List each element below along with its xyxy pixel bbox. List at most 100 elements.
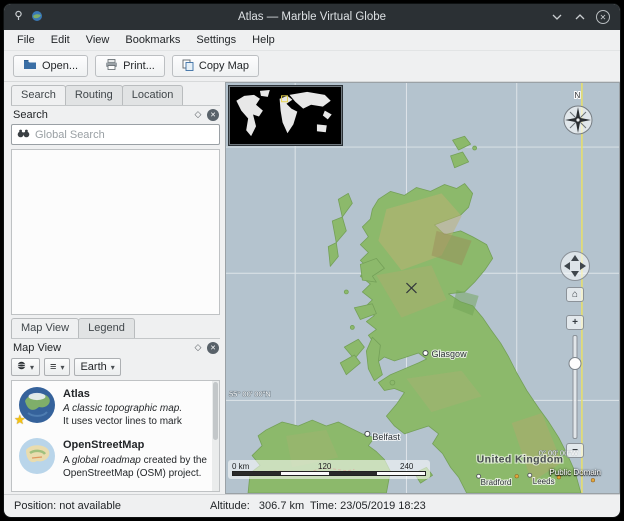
compass-rose[interactable]: N <box>558 89 598 146</box>
search-placeholder: Global Search <box>35 129 105 141</box>
pin-icon[interactable] <box>13 10 24 24</box>
menu-help[interactable]: Help <box>244 32 283 48</box>
view-layout-select[interactable]: ≡ ▾ <box>44 358 70 376</box>
close-button[interactable]: ✕ <box>596 10 610 24</box>
folder-icon <box>23 59 37 73</box>
map-view-panel-title: Map View <box>13 342 191 354</box>
theme-item-atlas[interactable]: ★ Atlas A classic topographic map. It us… <box>12 381 219 432</box>
maximize-button[interactable] <box>573 10 587 24</box>
copy-icon <box>182 59 194 74</box>
menu-view[interactable]: View <box>78 32 118 48</box>
tab-legend[interactable]: Legend <box>78 318 135 338</box>
open-button[interactable]: Open... <box>13 55 88 77</box>
map-view-controls: ▾ ≡ ▾ Earth ▾ <box>11 358 220 376</box>
projection-select[interactable]: ▾ <box>11 358 40 376</box>
menubar: File Edit View Bookmarks Settings Help <box>4 30 620 51</box>
tab-routing[interactable]: Routing <box>65 85 123 105</box>
tab-location[interactable]: Location <box>122 85 184 105</box>
copy-map-button[interactable]: Copy Map <box>172 55 259 77</box>
theme-description: OpenStreetMap (OSM) project. <box>63 467 207 480</box>
zoom-slider-track[interactable] <box>573 335 578 439</box>
detach-panel-icon[interactable]: ◇ <box>191 108 205 121</box>
chevron-down-icon: ▾ <box>30 363 34 372</box>
tab-map-view[interactable]: Map View <box>11 318 79 338</box>
attribution-label: Public Domain <box>549 468 601 477</box>
zoom-slider-handle[interactable] <box>569 357 582 370</box>
pan-right-icon[interactable] <box>580 262 586 270</box>
marble-window: Atlas — Marble Virtual Globe ✕ File Edit… <box>3 3 621 518</box>
menu-bookmarks[interactable]: Bookmarks <box>117 32 188 48</box>
city-label-belfast: Belfast <box>372 432 400 442</box>
navigation-controls: ⌂ + − <box>557 243 593 467</box>
celestial-body-select[interactable]: Earth ▾ <box>74 358 120 376</box>
status-time: Time: 23/05/2019 18:23 <box>310 500 426 512</box>
scale-strip <box>232 471 426 476</box>
close-panel-icon[interactable]: ✕ <box>207 109 219 121</box>
search-panel-title: Search <box>13 109 191 121</box>
titlebar[interactable]: Atlas — Marble Virtual Globe ✕ <box>4 4 620 30</box>
map-canvas[interactable]: Glasgow Belfast Bradford Leeds United Ki… <box>225 82 620 494</box>
compass-north-label: N <box>575 91 581 100</box>
chevron-down-icon: ▾ <box>111 363 115 372</box>
status-position: Position: not available <box>14 500 210 512</box>
globe-projection-icon <box>17 361 26 373</box>
menu-settings[interactable]: Settings <box>188 32 244 48</box>
city-dot-leeds <box>528 473 532 477</box>
sidebar: Search Routing Location Search ◇ ✕ Globa… <box>4 82 224 494</box>
city-label-leeds: Leeds <box>533 477 555 486</box>
city-label-glasgow: Glasgow <box>432 349 468 359</box>
city-label-bradford: Bradford <box>481 478 512 487</box>
city-dot-glasgow <box>423 351 428 356</box>
pan-down-icon[interactable] <box>571 271 579 277</box>
poi-dot <box>591 478 595 482</box>
scale-end-label: 240 <box>400 462 413 471</box>
search-input[interactable]: Global Search <box>11 124 220 145</box>
search-panel-header: Search ◇ ✕ <box>11 105 220 123</box>
theme-name: Atlas <box>63 387 182 401</box>
toolbar: Open... Print... Copy Map <box>4 51 620 82</box>
tab-search[interactable]: Search <box>11 85 66 105</box>
statusbar: Position: not available Altitude: 306.7 … <box>4 494 620 517</box>
theme-name: OpenStreetMap <box>63 438 207 452</box>
minimize-button[interactable] <box>550 10 564 24</box>
osm-thumbnail <box>18 437 56 475</box>
binoculars-icon <box>17 129 30 141</box>
map-theme-list: ★ Atlas A classic topographic map. It us… <box>11 380 220 492</box>
pan-left-icon[interactable] <box>564 262 570 270</box>
scale-mid-label: 120 <box>318 462 331 471</box>
printer-icon <box>105 59 118 73</box>
chevron-down-icon: ▾ <box>60 363 64 372</box>
city-dot-belfast <box>365 431 370 436</box>
theme-description: A classic topographic map. <box>63 403 182 414</box>
detach-panel-icon[interactable]: ◇ <box>191 341 205 354</box>
zoom-out-button[interactable]: − <box>566 443 584 458</box>
zoom-in-button[interactable]: + <box>566 315 584 330</box>
search-tabbar: Search Routing Location <box>11 84 220 105</box>
menu-file[interactable]: File <box>9 32 43 48</box>
theme-list-scrollbar[interactable] <box>212 381 219 491</box>
list-icon: ≡ <box>50 361 56 373</box>
theme-description: It uses vector lines to mark <box>63 415 182 428</box>
pan-up-icon[interactable] <box>571 255 579 261</box>
atlas-thumbnail: ★ <box>18 386 56 424</box>
map-view-panel-header: Map View ◇ ✕ <box>11 338 220 356</box>
favorite-star-icon: ★ <box>14 412 26 428</box>
poi-dot <box>515 474 519 478</box>
pan-dpad[interactable] <box>560 251 590 281</box>
overview-map[interactable] <box>229 86 342 145</box>
status-altitude: Altitude: 306.7 km <box>210 500 310 512</box>
search-results-list[interactable] <box>11 149 220 315</box>
app-icon <box>31 10 43 25</box>
latitude-label: 55° 00' 00"N <box>229 389 271 398</box>
scale-start-label: 0 km <box>232 462 249 471</box>
menu-edit[interactable]: Edit <box>43 32 78 48</box>
close-panel-icon[interactable]: ✕ <box>207 342 219 354</box>
scale-bar: 0 km 120 240 <box>228 460 430 479</box>
view-tabbar: Map View Legend <box>11 317 220 338</box>
celestial-body-value: Earth <box>80 361 106 373</box>
print-button[interactable]: Print... <box>95 55 165 77</box>
window-title: Atlas — Marble Virtual Globe <box>96 11 528 23</box>
home-button[interactable]: ⌂ <box>566 287 584 302</box>
theme-item-openstreetmap[interactable]: OpenStreetMap A global roadmap created b… <box>12 432 219 483</box>
theme-description: A global roadmap created by the <box>63 454 207 467</box>
